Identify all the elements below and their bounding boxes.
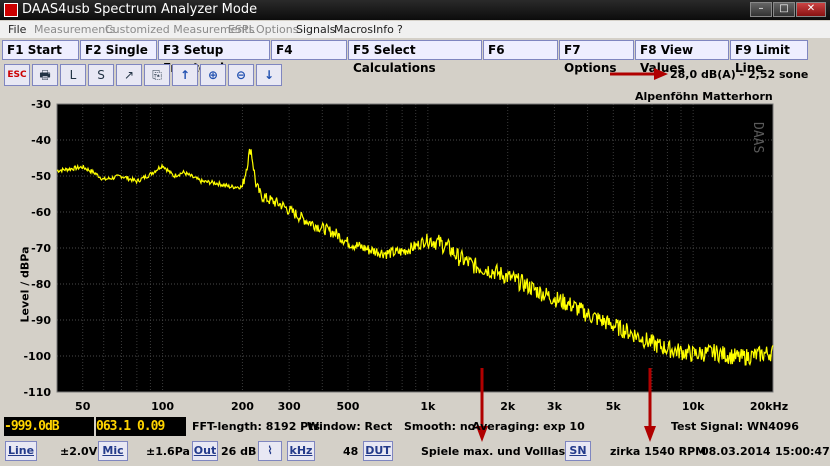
menu-help[interactable]: ? (397, 21, 403, 38)
x-tick-label: 20kHz (750, 400, 788, 413)
plot-area: Level / dBPa -30 -40 -50 -60 -70 -80 -90 -100 -1… (0, 88, 830, 416)
print-icon[interactable]: 🖶 (32, 64, 58, 86)
f2-single-button[interactable]: F2 Single (80, 40, 157, 60)
f7-options-button[interactable]: F7 Options (559, 40, 634, 75)
smooth-setting: Smooth: no (404, 420, 476, 433)
mic-button[interactable]: Mic (98, 441, 128, 461)
y-tick-labels: -30 -40 -50 -60 -70 -80 -90 -100 -110 (23, 98, 51, 399)
status-time: 15:00:47 (775, 445, 830, 458)
x-tick-label: 3k (547, 400, 563, 413)
f6-button[interactable]: F6 (483, 40, 558, 60)
menu-macros[interactable]: Macros (334, 21, 373, 38)
menu-signals[interactable]: Signals (296, 21, 336, 38)
minimize-button[interactable]: – (750, 2, 772, 17)
close-button[interactable]: ✕ (796, 2, 826, 17)
maximize-button[interactable]: □ (773, 2, 795, 17)
arrow-up-icon[interactable]: ↑ (172, 64, 198, 86)
status-date: 08.03.2014 (701, 445, 771, 458)
out-gain: 26 dB (221, 445, 257, 458)
window-controls: – □ ✕ (750, 2, 826, 17)
y-tick-label: -30 (31, 98, 51, 111)
x-tick-labels: 50 100 200 300 500 1k 2k 3k 5k 10k 20kHz (75, 400, 788, 413)
daas-watermark: DAAS (750, 122, 765, 153)
y-tick-label: -60 (31, 206, 51, 219)
spectrum-chart[interactable]: -30 -40 -50 -60 -70 -80 -90 -100 -110 50 100 200 30… (0, 88, 830, 416)
f5-select-calculations-button[interactable]: F5 Select Calculations (348, 40, 482, 75)
menu-measurements[interactable]: Measurements (34, 21, 115, 38)
x-tick-label: 100 (151, 400, 174, 413)
load-icon[interactable]: L (60, 64, 86, 86)
averaging-setting: Averaging: exp 10 (472, 420, 585, 433)
dut-button[interactable]: DUT (363, 441, 393, 461)
annotation-arrow-note (476, 368, 488, 442)
y-tick-label: -70 (31, 242, 51, 255)
menu-options[interactable]: Options (256, 21, 298, 38)
x-tick-label: 200 (231, 400, 254, 413)
dut-number: 48 (343, 445, 359, 458)
f8-view-values-button[interactable]: F8 View Values (635, 40, 729, 75)
fft-length: FFT-length: 8192 Pts (192, 420, 321, 433)
annotation-arrow-rpm (644, 368, 656, 442)
x-tick-label: 5k (606, 400, 622, 413)
y-tick-label: -90 (31, 314, 51, 327)
f1-start-button[interactable]: F1 Start (2, 40, 79, 60)
function-key-bar: F1 Start F2 Single F3 Setup Frontend F4 … (0, 39, 830, 75)
out-button[interactable]: Out (192, 441, 218, 461)
copy-icon[interactable]: ⎘ (144, 64, 170, 86)
y-tick-label: -100 (23, 350, 51, 363)
arrow-down-icon[interactable]: ↓ (256, 64, 282, 86)
y-tick-label: -40 (31, 134, 51, 147)
y-tick-label: -50 (31, 170, 51, 183)
app-window: DAAS4usb Spectrum Analyzer Mode – □ ✕ Fi… (0, 0, 830, 466)
line-button[interactable]: Line (5, 441, 37, 461)
x-tick-label: 10k (682, 400, 705, 413)
khz-button[interactable]: kHz (287, 441, 315, 461)
window-title: DAAS4usb Spectrum Analyzer Mode (22, 2, 258, 17)
rpm-info: zirka 1540 RPM (610, 445, 707, 458)
menu-espl[interactable]: ESPL (228, 21, 255, 38)
mic-range: ±1.6Pa (146, 445, 190, 458)
x-tick-label: 50 (75, 400, 91, 413)
curve-icon[interactable]: ⌇ (258, 441, 282, 461)
save-icon[interactable]: S (88, 64, 114, 86)
f4-button[interactable]: F4 (271, 40, 347, 60)
f3-setup-frontend-button[interactable]: F3 Setup Frontend (158, 40, 270, 75)
x-tick-label: 500 (337, 400, 360, 413)
x-tick-label: 2k (500, 400, 516, 413)
lcd-display-1: -999.0dB 0.000 (4, 417, 94, 436)
line-range: ±2.0V (60, 445, 98, 458)
title-bar: DAAS4usb Spectrum Analyzer Mode – □ ✕ (0, 0, 830, 20)
annotation-arrow-loudness (610, 68, 668, 80)
y-tick-label: -80 (31, 278, 51, 291)
x-tick-label: 300 (278, 400, 301, 413)
app-icon (4, 3, 18, 17)
loudness-readout: 28,0 dB(A) - 2,52 sone (670, 68, 809, 81)
window-type: Window: Rect (307, 420, 393, 433)
measurement-note: Spiele max. und Volllast (421, 445, 571, 458)
zoom-out-icon[interactable]: ⊖ (228, 64, 254, 86)
y-tick-label: -110 (23, 386, 51, 399)
menu-info[interactable]: Info (373, 21, 394, 38)
zoom-in-icon[interactable]: ⊕ (200, 64, 226, 86)
menu-file[interactable]: File (8, 21, 26, 38)
export-icon[interactable]: ↗ (116, 64, 142, 86)
x-tick-label: 1k (420, 400, 436, 413)
f9-limit-line-button[interactable]: F9 Limit Line (730, 40, 808, 75)
esc-icon[interactable]: ESC (4, 64, 30, 86)
lcd-display-2: 063.1 0.09 (96, 417, 186, 436)
menu-bar: File Measurements Customized Measurement… (0, 21, 830, 38)
sn-button[interactable]: SN (565, 441, 591, 461)
test-signal: Test Signal: WN4096 (671, 420, 799, 433)
